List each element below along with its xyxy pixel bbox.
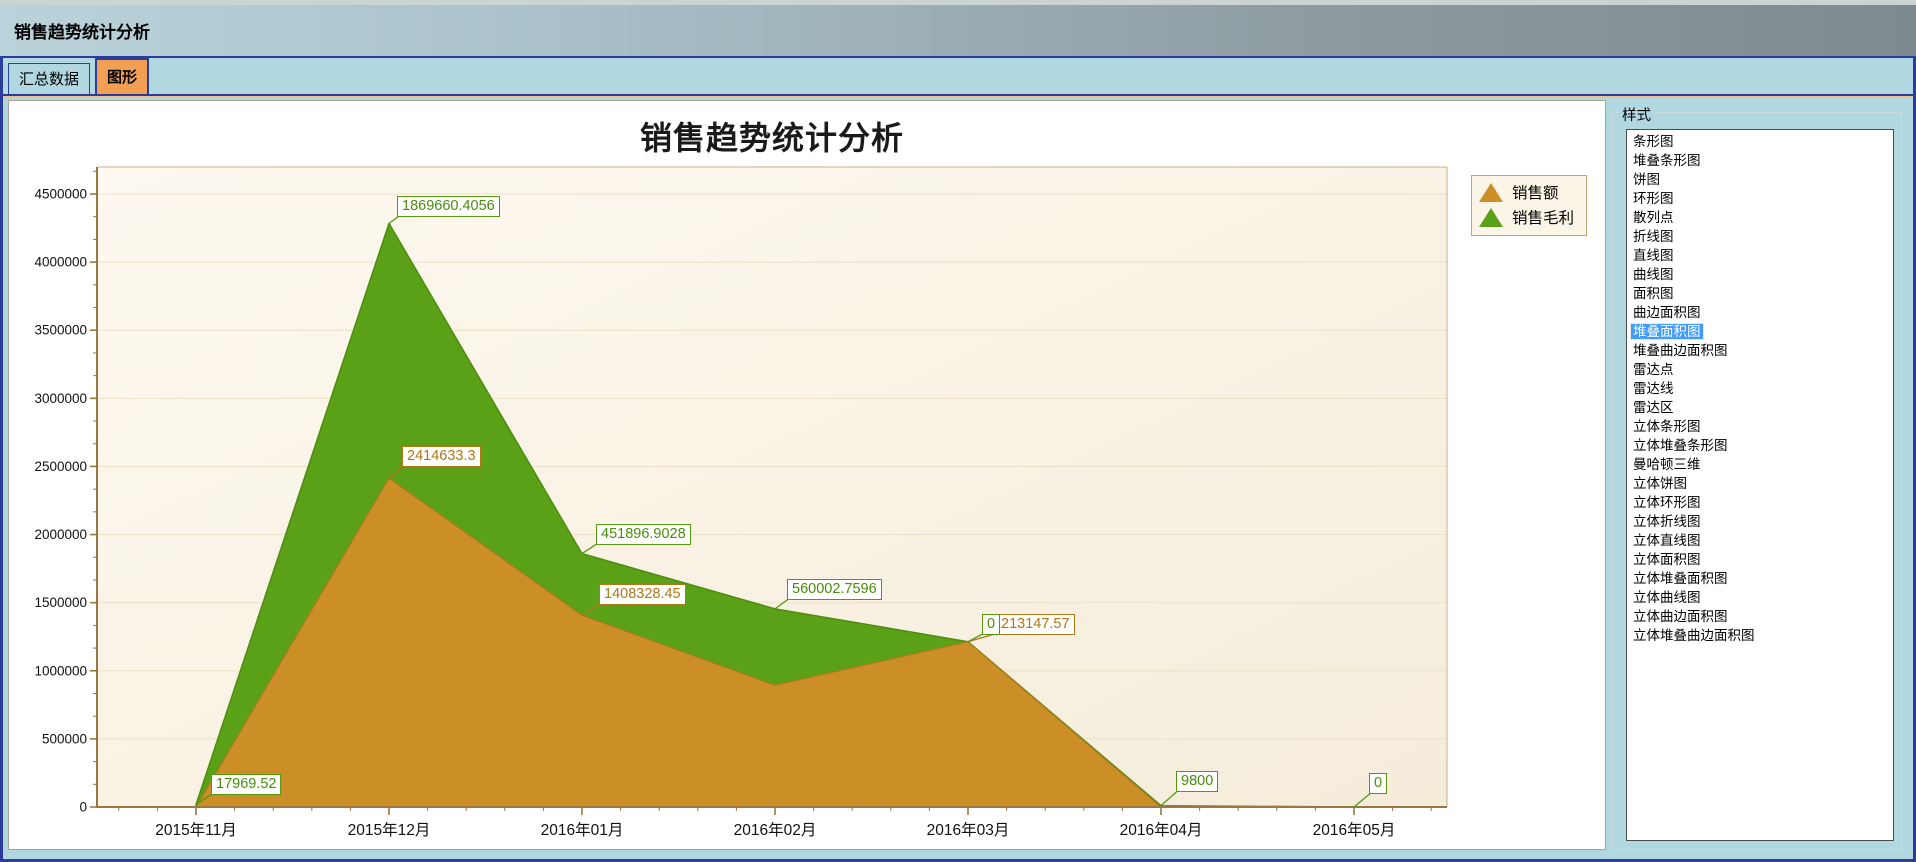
style-option[interactable]: 雷达点 (1627, 360, 1893, 379)
tab-graph[interactable]: 图形 (95, 58, 149, 94)
svg-text:2016年03月: 2016年03月 (927, 821, 1010, 839)
svg-text:2500000: 2500000 (34, 459, 87, 474)
svg-text:2016年04月: 2016年04月 (1120, 821, 1203, 839)
legend-label-sales: 销售额 (1512, 181, 1559, 203)
svg-text:1000000: 1000000 (34, 663, 87, 678)
sales-triangle-icon (1479, 183, 1503, 202)
style-option[interactable]: 立体折线图 (1627, 512, 1893, 531)
tab-page-content: 0 500000 1000000 1500000 2000000 2500000 30000… (3, 98, 1913, 859)
svg-text:1500000: 1500000 (34, 595, 87, 610)
style-option[interactable]: 曲线图 (1627, 265, 1893, 284)
style-option[interactable]: 立体堆叠条形图 (1627, 436, 1893, 455)
svg-text:0: 0 (79, 800, 87, 815)
style-option[interactable]: 面积图 (1627, 284, 1893, 303)
style-option[interactable]: 立体环形图 (1627, 493, 1893, 512)
style-option[interactable]: 立体面积图 (1627, 550, 1893, 569)
svg-text:4000000: 4000000 (34, 255, 87, 270)
window-title: 销售趋势统计分析 (14, 18, 150, 43)
style-groupbox: 样式 条形图堆叠条形图饼图环形图散列点折线图直线图曲线图面积图曲边面积图堆叠面积… (1612, 112, 1902, 850)
style-option[interactable]: 雷达线 (1627, 379, 1893, 398)
style-option[interactable]: 条形图 (1627, 132, 1893, 151)
style-option[interactable]: 堆叠曲边面积图 (1627, 341, 1893, 360)
style-option[interactable]: 立体直线图 (1627, 531, 1893, 550)
legend-item-profit: 销售毛利 (1479, 206, 1574, 228)
svg-text:3000000: 3000000 (34, 391, 87, 406)
style-option[interactable]: 立体饼图 (1627, 474, 1893, 493)
tab-summary-data[interactable]: 汇总数据 (8, 63, 90, 94)
style-listbox[interactable]: 条形图堆叠条形图饼图环形图散列点折线图直线图曲线图面积图曲边面积图堆叠面积图堆叠… (1626, 129, 1894, 841)
chart-panel: 0 500000 1000000 1500000 2000000 2500000 30000… (8, 100, 1606, 850)
svg-text:4500000: 4500000 (34, 187, 87, 202)
svg-text:2016年02月: 2016年02月 (734, 821, 817, 839)
style-option[interactable]: 立体堆叠曲边面积图 (1627, 626, 1893, 645)
legend-label-profit: 销售毛利 (1512, 206, 1574, 228)
style-option[interactable]: 折线图 (1627, 227, 1893, 246)
style-option[interactable]: 直线图 (1627, 246, 1893, 265)
style-option[interactable]: 雷达区 (1627, 398, 1893, 417)
svg-text:2015年12月: 2015年12月 (348, 821, 431, 839)
style-group-label: 样式 (1618, 104, 1655, 125)
svg-text:2015年11月: 2015年11月 (155, 821, 237, 839)
style-option[interactable]: 曼哈顿三维 (1627, 455, 1893, 474)
style-option[interactable]: 散列点 (1627, 208, 1893, 227)
profit-triangle-icon (1479, 208, 1503, 227)
tab-strip: 汇总数据 图形 (3, 56, 1913, 96)
svg-text:3500000: 3500000 (34, 323, 87, 338)
style-option[interactable]: 立体曲边面积图 (1627, 607, 1893, 626)
legend-item-sales: 销售额 (1479, 181, 1574, 203)
style-option[interactable]: 立体条形图 (1627, 417, 1893, 436)
svg-text:500000: 500000 (42, 731, 87, 746)
style-option[interactable]: 饼图 (1627, 170, 1893, 189)
style-option[interactable]: 曲边面积图 (1627, 303, 1893, 322)
style-option[interactable]: 立体曲线图 (1627, 588, 1893, 607)
style-option-selected[interactable]: 堆叠面积图 (1627, 322, 1893, 341)
style-sidebar: 样式 条形图堆叠条形图饼图环形图散列点折线图直线图曲线图面积图曲边面积图堆叠面积… (1612, 100, 1902, 859)
style-option[interactable]: 环形图 (1627, 189, 1893, 208)
title-bar: 销售趋势统计分析 (0, 0, 1916, 56)
svg-text:2016年01月: 2016年01月 (541, 821, 624, 839)
chart-title: 销售趋势统计分析 (97, 113, 1447, 159)
chart-legend: 销售额 销售毛利 (1471, 175, 1587, 236)
style-option[interactable]: 立体堆叠面积图 (1627, 569, 1893, 588)
window-body: 汇总数据 图形 0 500000 1000000 1500000 2000000 2500… (0, 56, 1916, 862)
trend-chart-svg: 0 500000 1000000 1500000 2000000 2500000 30000… (9, 101, 1605, 849)
svg-text:2000000: 2000000 (34, 527, 87, 542)
app-window: { "window": { "title": "销售趋势统计分析" }, "ta… (0, 0, 1916, 862)
svg-text:2016年05月: 2016年05月 (1313, 821, 1396, 839)
style-option[interactable]: 堆叠条形图 (1627, 151, 1893, 170)
